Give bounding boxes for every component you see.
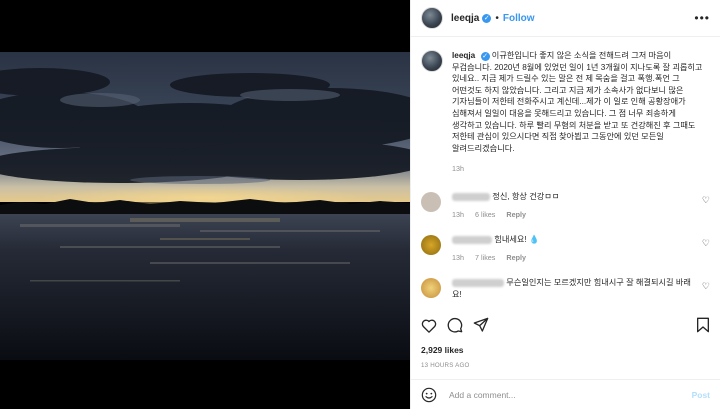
comment-meta: 13h 7 likes Reply — [452, 252, 692, 264]
sunset-lake-image — [0, 52, 410, 360]
comment-icon[interactable] — [447, 317, 463, 333]
verified-badge-icon: ✓ — [480, 52, 490, 61]
comment-meta: 13h 6 likes Reply — [452, 209, 692, 221]
add-comment-bar: Post — [411, 379, 720, 409]
more-options-icon[interactable]: ••• — [694, 11, 710, 25]
post-header: leeqja ✓ • Follow ••• — [411, 0, 720, 37]
commenter-avatar[interactable] — [421, 235, 441, 256]
bookmark-icon[interactable] — [696, 317, 710, 333]
blurred-username[interactable] — [452, 235, 492, 244]
blurred-username[interactable] — [452, 279, 504, 288]
comment-time: 13h — [452, 252, 464, 262]
blurred-username[interactable] — [452, 192, 490, 201]
author-avatar[interactable] — [421, 7, 443, 29]
reply-button[interactable]: Reply — [506, 253, 526, 262]
caption-block: leeqja ✓ 이규한입니다 좋지 않은 소식을 전해드려 그저 마음이 무겁… — [411, 37, 720, 175]
comment-item: 정신, 항상 건강ㅁㅁ 13h 6 likes Reply ♡ — [411, 191, 720, 220]
action-bar — [421, 314, 710, 336]
author-username[interactable]: leeqja — [451, 13, 479, 24]
comment-body: 무슨일인지는 모르겠지만 힘내시구 잘 해결되시길 바래요! — [452, 277, 692, 300]
post-timestamp: 13 HOURS AGO — [421, 362, 470, 369]
comment-text: 힘내세요! 💧 — [494, 235, 540, 245]
comment-likes[interactable]: 6 likes — [475, 210, 495, 219]
post-comment-button[interactable]: Post — [692, 390, 710, 400]
comment-like-heart-icon[interactable]: ♡ — [702, 238, 710, 249]
comment-likes[interactable]: 7 likes — [475, 253, 495, 262]
separator-dot: • — [495, 12, 499, 24]
commenter-avatar[interactable] — [421, 278, 441, 299]
likes-count[interactable]: 2,929 likes — [421, 345, 464, 355]
post-panel: leeqja ✓ • Follow ••• leeqja ✓ 이규한입니다 좋지… — [410, 0, 720, 409]
reply-button[interactable]: Reply — [506, 210, 526, 219]
add-comment-input[interactable] — [447, 388, 692, 401]
commenter-avatar[interactable] — [421, 191, 441, 212]
comment-like-heart-icon[interactable]: ♡ — [702, 281, 710, 292]
post-photo[interactable] — [0, 0, 410, 409]
caption-avatar[interactable] — [421, 50, 443, 72]
comment-item: 무슨일인지는 모르겠지만 힘내시구 잘 해결되시길 바래요! ♡ — [411, 277, 720, 300]
comment-text: 정신, 항상 건강ㅁㅁ — [492, 191, 560, 201]
comments-scroll-area[interactable]: leeqja ✓ 이규한입니다 좋지 않은 소식을 전해드려 그저 마음이 무겁… — [411, 37, 720, 305]
follow-button[interactable]: Follow — [503, 13, 535, 24]
comment-body: 힘내세요! 💧 13h 7 likes Reply — [452, 234, 692, 263]
share-icon[interactable] — [473, 317, 489, 333]
caption-time: 13h — [452, 164, 464, 174]
comment-like-heart-icon[interactable]: ♡ — [702, 195, 710, 206]
verified-badge-icon: ✓ — [482, 13, 492, 23]
comment-item: 힘내세요! 💧 13h 7 likes Reply ♡ — [411, 234, 720, 263]
comment-time: 13h — [452, 209, 464, 219]
comment-body: 정신, 항상 건강ㅁㅁ 13h 6 likes Reply — [452, 191, 692, 220]
caption: leeqja ✓ 이규한입니다 좋지 않은 소식을 전해드려 그저 마음이 무겁… — [452, 50, 707, 175]
caption-username[interactable]: leeqja — [452, 51, 475, 60]
heart-icon[interactable] — [421, 318, 437, 333]
caption-text: 이규한입니다 좋지 않은 소식을 전해드려 그저 마음이 무겁습니다. 2020… — [452, 51, 703, 153]
smile-icon[interactable] — [421, 387, 437, 403]
